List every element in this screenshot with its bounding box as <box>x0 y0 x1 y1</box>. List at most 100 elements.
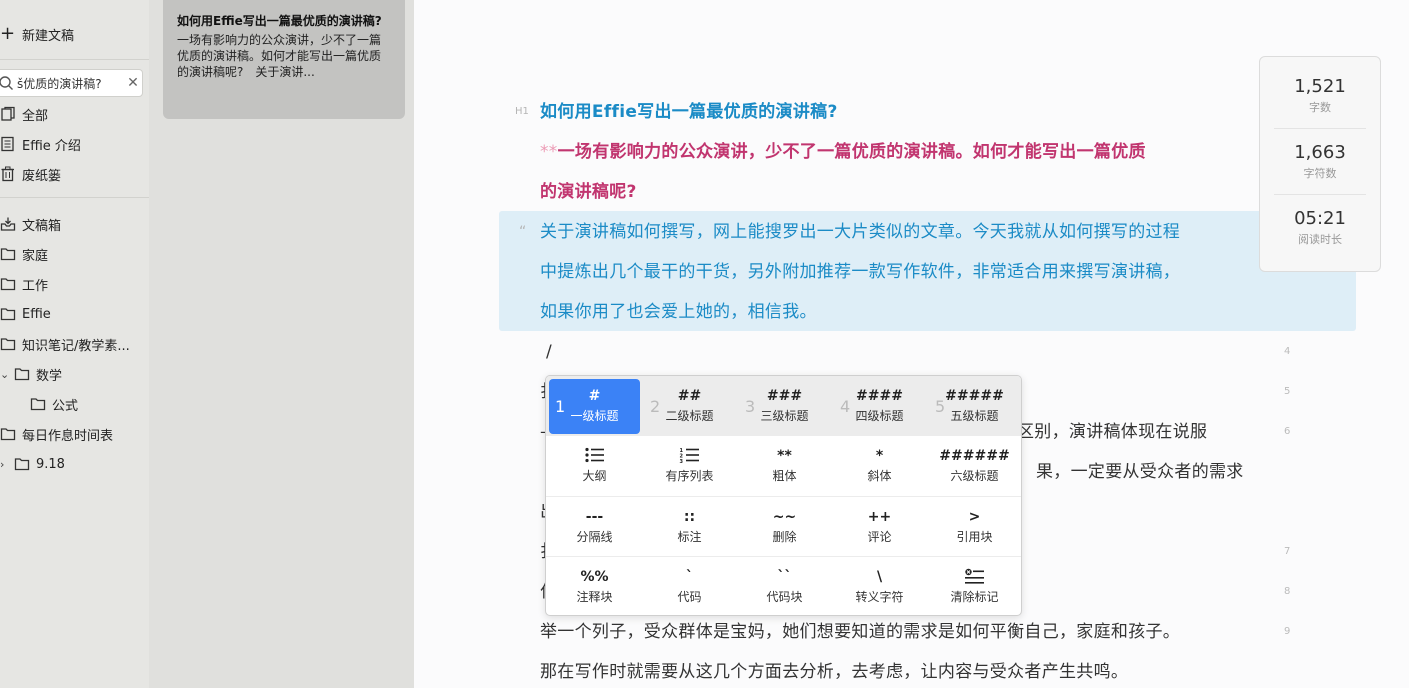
stat-value: 1,521 <box>1294 76 1346 97</box>
svg-text:3: 3 <box>679 459 683 463</box>
search-input[interactable]: š优质的演讲稿? ✕ <box>0 69 143 97</box>
sidebar-item-label: 文稿箱 <box>22 218 62 234</box>
menu-item-blockquote[interactable]: > 引用块 <box>929 500 1020 555</box>
menu-item-heading-3[interactable]: 3 ### 三级标题 <box>739 379 830 434</box>
chevron-right-icon[interactable]: › <box>0 458 10 471</box>
markup-symbol: > <box>968 509 981 525</box>
menu-item-clear-formatting[interactable]: 清除标记 <box>929 560 1020 615</box>
paragraph-line[interactable]: 果，一定要从受众者的需求 <box>1036 462 1244 482</box>
markdown-command-menu: 1 # 一级标题 2 ## 二级标题 3 ### 三级标题 4 #### 四级标… <box>545 375 1022 616</box>
search-text[interactable]: š优质的演讲稿? <box>15 75 124 92</box>
quote-line[interactable]: 如果你用了也会爱上她的，相信我。 <box>540 302 817 322</box>
note-card-selected[interactable]: 如何用Effie写出一篇最优质的演讲稿? 一场有影响力的公众演讲，少不了一篇优质… <box>163 0 405 119</box>
sidebar-item-math-folder[interactable]: ⌄ 数学 <box>0 363 62 385</box>
menu-item-divider[interactable]: --- 分隔线 <box>549 500 640 555</box>
bullet-list-icon <box>549 447 640 465</box>
sidebar-item-notes-folder[interactable]: 知识笔记/教学素... <box>0 333 130 355</box>
menu-item-escape-char[interactable]: \ 转义字符 <box>834 560 925 615</box>
clear-format-icon <box>929 568 1020 586</box>
bold-paragraph-line[interactable]: 的演讲稿呢? <box>540 182 637 202</box>
menu-item-heading-6[interactable]: ###### 六级标题 <box>929 439 1020 494</box>
sidebar-item-918-folder[interactable]: › 9.18 <box>0 453 65 475</box>
menu-item-inline-code[interactable]: ` 代码 <box>644 560 735 615</box>
markup-symbol: ` <box>686 569 693 585</box>
markup-symbol: --- <box>585 509 604 525</box>
heading-1[interactable]: 如何用Effie写出一篇最优质的演讲稿? <box>540 102 838 122</box>
bold-paragraph-line[interactable]: **一场有影响力的公众演讲，少不了一篇优质的演讲稿。如何才能写出一篇优质 <box>540 142 1146 162</box>
stat-label: 字数 <box>1309 101 1331 114</box>
menu-item-comment[interactable]: ++ 评论 <box>834 500 925 555</box>
trash-icon <box>1 166 14 182</box>
line-number: 5 <box>1284 386 1291 397</box>
line-number: 7 <box>1284 546 1291 557</box>
stat-value: 1,663 <box>1294 142 1346 163</box>
menu-item-bold[interactable]: ** 粗体 <box>739 439 830 494</box>
shortcut-index: 4 <box>840 397 851 416</box>
divider <box>1274 128 1366 129</box>
divider <box>0 197 149 198</box>
shortcut-index: 1 <box>555 397 566 416</box>
quote-marker: “ <box>519 224 527 240</box>
new-document-label: 新建文稿 <box>22 28 75 44</box>
reading-time-stat: 05:21 阅读时长 <box>1260 208 1380 247</box>
sidebar: + 新建文稿 š优质的演讲稿? ✕ 全部 Effie 介绍 废纸篓 文稿箱 家庭… <box>0 0 149 688</box>
menu-item-annotation-block[interactable]: %% 注释块 <box>549 560 640 615</box>
numbered-list-icon: 123 <box>644 447 735 465</box>
sidebar-item-all[interactable]: 全部 <box>0 103 48 125</box>
quote-line[interactable]: 关于演讲稿如何撰写，网上能搜罗出一大片类似的文章。今天我就从如何撰写的过程 <box>540 222 1180 242</box>
menu-item-outline[interactable]: 大纲 <box>549 439 640 494</box>
sidebar-item-label: 全部 <box>22 108 49 124</box>
menu-item-label: 分隔线 <box>576 530 613 544</box>
sidebar-item-inbox[interactable]: 文稿箱 <box>0 213 61 235</box>
menu-item-heading-2[interactable]: 2 ## 二级标题 <box>644 379 735 434</box>
folder-icon <box>0 308 16 321</box>
sidebar-item-formula-folder[interactable]: 公式 <box>30 393 78 415</box>
line-number: 9 <box>1284 626 1291 637</box>
sidebar-item-label: Effie <box>22 306 51 322</box>
markup-symbol: \ <box>876 569 883 585</box>
menu-row: --- 分隔线 :: 标注 ~~ 删除 ++ 评论 > 引用块 <box>546 496 1021 556</box>
menu-item-ordered-list[interactable]: 123 有序列表 <box>644 439 735 494</box>
documents-icon <box>1 106 15 121</box>
slash-command-line[interactable]: / <box>546 342 552 362</box>
sidebar-item-label: 9.18 <box>36 456 65 472</box>
bold-text: 一场有影响力的公众演讲，少不了一篇优质的演讲稿。如何才能写出一篇优质 <box>557 142 1146 162</box>
sidebar-item-label: 废纸篓 <box>22 168 62 184</box>
word-count-panel: 1,521 字数 1,663 字符数 05:21 阅读时长 <box>1259 56 1381 272</box>
menu-item-code-block[interactable]: `` 代码块 <box>739 560 830 615</box>
inbox-icon <box>0 217 16 231</box>
menu-item-heading-1[interactable]: 1 # 一级标题 <box>549 379 640 434</box>
sidebar-item-schedule-folder[interactable]: 每日作息时间表 <box>0 423 113 445</box>
menu-item-heading-5[interactable]: 5 ##### 五级标题 <box>929 379 1020 434</box>
paragraph-line[interactable]: 举一个列子，受众群体是宝妈，她们想要知道的需求是如何平衡自己，家庭和孩子。 <box>540 622 1180 642</box>
folder-icon <box>0 278 16 291</box>
menu-item-heading-4[interactable]: 4 #### 四级标题 <box>834 379 925 434</box>
shortcut-index: 5 <box>935 397 946 416</box>
h1-marker: H1 <box>515 106 529 117</box>
sidebar-item-label: 工作 <box>22 278 49 294</box>
stat-value: 05:21 <box>1294 208 1346 229</box>
sidebar-item-label: 每日作息时间表 <box>22 428 114 444</box>
menu-item-highlight[interactable]: :: 标注 <box>644 500 735 555</box>
word-count-stat: 1,521 字数 <box>1260 76 1380 115</box>
chevron-down-icon[interactable]: ⌄ <box>0 368 10 381</box>
sidebar-item-trash[interactable]: 废纸篓 <box>0 163 61 185</box>
clear-search-icon[interactable]: ✕ <box>124 75 142 91</box>
new-document-button[interactable]: + 新建文稿 <box>0 22 74 46</box>
sidebar-item-label: 数学 <box>36 368 63 384</box>
line-number: 8 <box>1284 586 1291 597</box>
char-count-stat: 1,663 字符数 <box>1260 142 1380 181</box>
divider <box>1274 194 1366 195</box>
menu-item-italic[interactable]: * 斜体 <box>834 439 925 494</box>
menu-item-label: 代码 <box>677 590 702 604</box>
sidebar-item-home-folder[interactable]: 家庭 <box>0 243 48 265</box>
paragraph-line[interactable]: 区别，演讲稿体现在说服 <box>1017 422 1207 442</box>
sidebar-item-work-folder[interactable]: 工作 <box>0 273 48 295</box>
shortcut-index: 2 <box>650 397 661 416</box>
menu-item-strikethrough[interactable]: ~~ 删除 <box>739 500 830 555</box>
sidebar-item-effie-folder[interactable]: Effie <box>0 303 51 325</box>
paragraph-line[interactable]: 那在写作时就需要从这几个方面去分析，去考虑，让内容与受众者产生共鸣。 <box>540 662 1128 682</box>
menu-row: %% 注释块 ` 代码 `` 代码块 \ 转义字符 清除标记 <box>546 556 1021 615</box>
quote-line[interactable]: 中提炼出几个最干的干货，另外附加推荐一款写作软件，非常适合用来撰写演讲稿， <box>540 262 1180 282</box>
sidebar-item-effie-intro[interactable]: Effie 介绍 <box>0 133 81 155</box>
